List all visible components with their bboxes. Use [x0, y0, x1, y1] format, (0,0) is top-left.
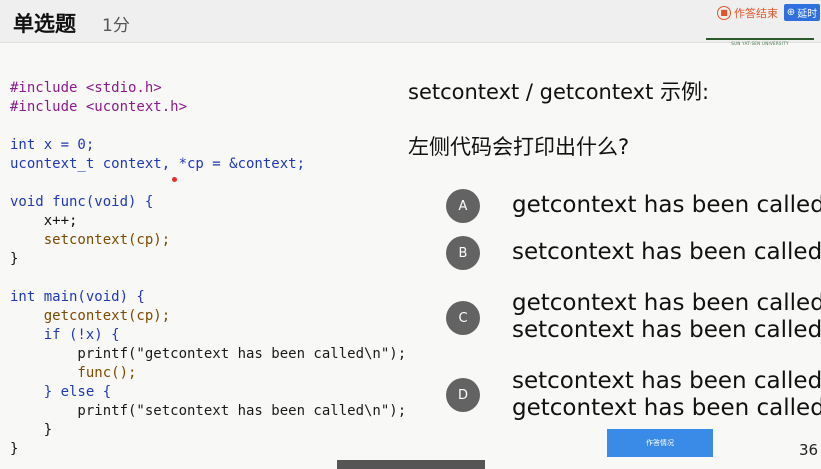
code-line: } [10, 441, 19, 457]
option-line: getcontext has been called [512, 192, 821, 218]
code-line: setcontext(cp); [10, 232, 171, 248]
option-b-text: setcontext has been called [512, 239, 821, 266]
option-d[interactable]: D setcontext has been called getcontext … [446, 368, 821, 421]
question-score: 1分 [102, 16, 130, 36]
delay-button[interactable]: ⊕ 延时 [784, 4, 820, 21]
option-line: getcontext has been called [512, 395, 821, 421]
code-line: x++; [10, 213, 78, 229]
cursor-dot [172, 177, 177, 182]
option-b[interactable]: B setcontext has been called [446, 236, 821, 270]
end-answer-label: 作答结束 [734, 7, 778, 20]
option-d-badge[interactable]: D [446, 378, 480, 412]
code-line: void func(void) { [10, 194, 154, 210]
header-bar: 单选题 1分 ■ 作答结束 ⊕ 延时 [0, 0, 821, 43]
option-a-badge[interactable]: A [446, 189, 480, 223]
page-number: 36 [799, 441, 819, 459]
end-icon: ■ [717, 6, 731, 20]
end-answer-button[interactable]: ■ 作答结束 [717, 5, 778, 21]
option-line: setcontext has been called [512, 317, 821, 343]
code-line: func(); [10, 365, 137, 381]
option-c-text: getcontext has been called setcontext ha… [512, 290, 821, 344]
code-line: printf("setcontext has been called\n"); [10, 403, 407, 419]
code-line: getcontext(cp); [10, 308, 171, 324]
code-line: int x = 0; [10, 137, 95, 153]
university-logo: SUN YAT-SEN UNIVERSITY [706, 38, 814, 48]
option-line: setcontext has been called [512, 368, 821, 394]
question-prompt: 左侧代码会打印出什么? [408, 135, 630, 159]
code-line: } [10, 422, 53, 438]
delay-label: 延时 [797, 9, 818, 20]
code-line: printf("getcontext has been called\n"); [10, 346, 407, 362]
option-c-badge[interactable]: C [446, 301, 480, 335]
code-line: } else { [10, 384, 112, 400]
bottom-toolbar-handle[interactable] [337, 460, 485, 469]
option-c[interactable]: C getcontext has been called setcontext … [446, 290, 821, 343]
option-a[interactable]: A getcontext has been called [446, 189, 821, 223]
code-line: #include <ucontext.h> [10, 99, 188, 115]
code-line: ucontext_t context, *cp = &context; [10, 156, 306, 172]
option-a-text: getcontext has been called [512, 192, 821, 219]
code-line: } [10, 251, 19, 267]
option-line: setcontext has been called [512, 239, 821, 265]
answer-status-button[interactable]: 作答情况 [607, 429, 713, 457]
option-b-badge[interactable]: B [446, 236, 480, 270]
clock-icon: ⊕ [786, 7, 796, 18]
code-line: if (!x) { [10, 327, 120, 343]
option-line: getcontext has been called [512, 290, 821, 316]
question-type-title: 单选题 [13, 12, 76, 36]
option-d-text: setcontext has been called getcontext ha… [512, 368, 821, 422]
code-block: #include <stdio.h> #include <ucontext.h>… [10, 79, 406, 459]
question-heading: setcontext / getcontext 示例: [408, 80, 710, 104]
code-line: #include <stdio.h> [10, 80, 162, 96]
code-line: int main(void) { [10, 289, 145, 305]
